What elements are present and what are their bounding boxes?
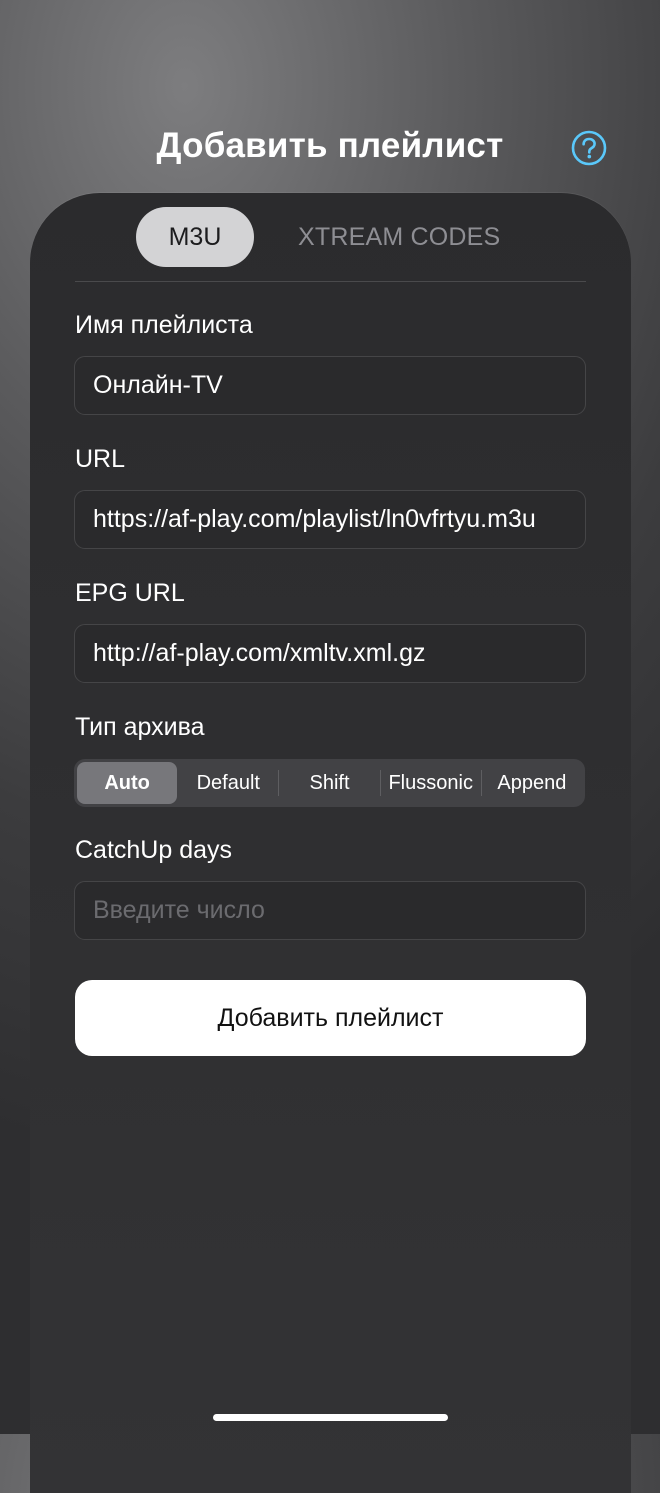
playlist-name-label: Имя плейлиста [75, 311, 253, 339]
archive-option-auto[interactable]: Auto [77, 762, 178, 804]
archive-type-segmented-control: Auto Default Shift Flussonic Append [74, 759, 585, 807]
playlist-type-tabs: M3U XTREAM CODES [136, 207, 500, 267]
tabs-divider [75, 281, 586, 282]
epg-url-input[interactable] [74, 624, 586, 683]
playlist-name-input[interactable] [74, 356, 586, 415]
catchup-days-input[interactable] [74, 881, 586, 940]
epg-url-label: EPG URL [75, 579, 185, 607]
tab-m3u[interactable]: M3U [136, 207, 254, 267]
add-playlist-button[interactable]: Добавить плейлист [75, 980, 586, 1056]
url-label: URL [75, 445, 126, 473]
page-title: Добавить плейлист [156, 126, 504, 165]
catchup-days-label: CatchUp days [75, 836, 233, 864]
archive-option-default[interactable]: Default [178, 762, 278, 804]
url-input[interactable] [74, 490, 586, 549]
question-circle-icon [571, 130, 607, 166]
archive-type-label: Тип архива [75, 713, 205, 741]
tab-xtream-codes[interactable]: XTREAM CODES [298, 207, 500, 267]
help-button[interactable] [571, 130, 607, 166]
home-indicator [213, 1414, 448, 1421]
archive-option-append[interactable]: Append [482, 762, 582, 804]
archive-option-flussonic[interactable]: Flussonic [381, 762, 481, 804]
archive-option-shift[interactable]: Shift [279, 762, 379, 804]
playlist-sheet: M3U XTREAM CODES Имя плейлиста URL EPG U… [30, 193, 631, 1493]
